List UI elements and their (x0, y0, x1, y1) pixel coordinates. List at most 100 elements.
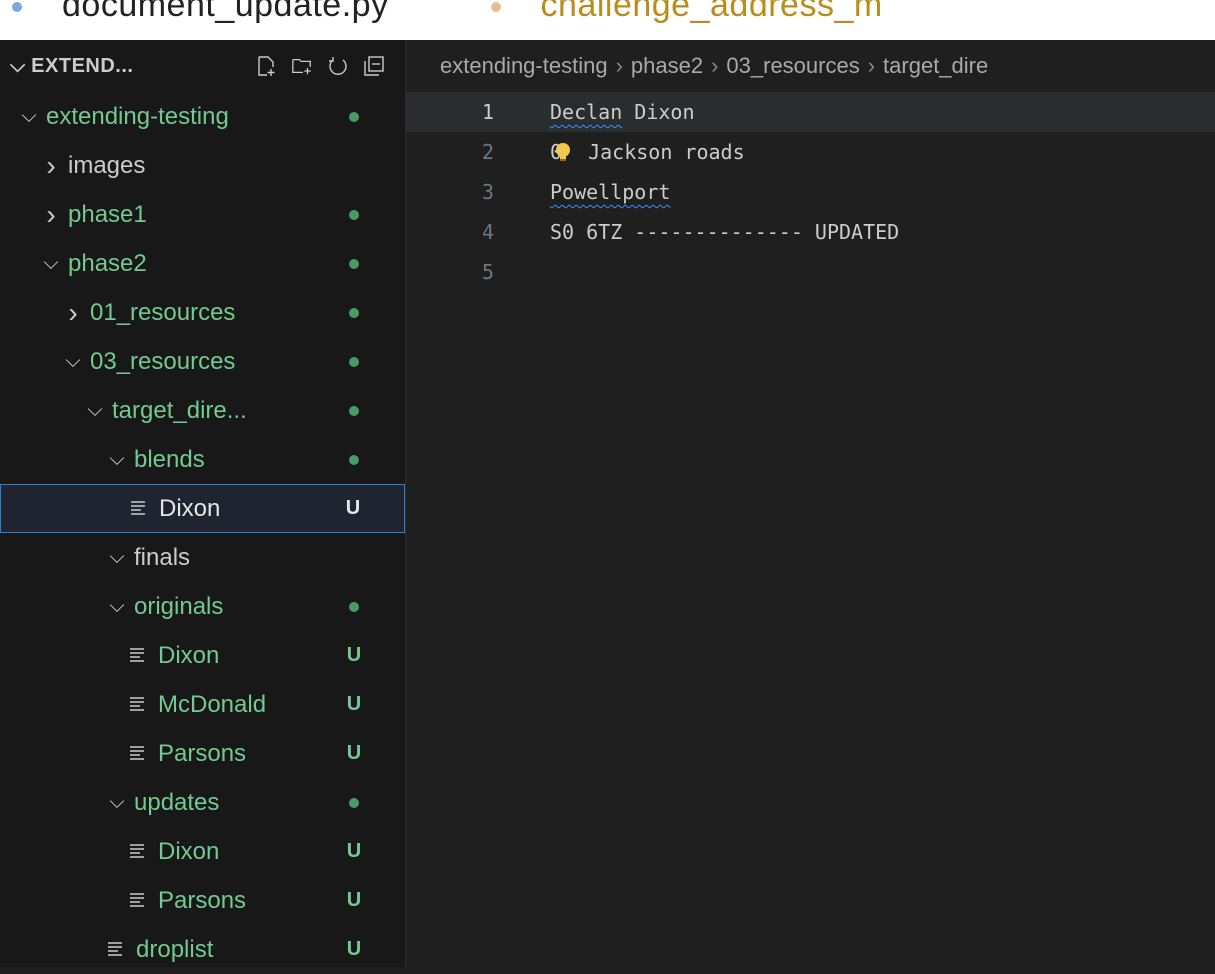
tree-folder[interactable]: ⌵ blends (0, 435, 405, 484)
tree-item-label: phase2 (68, 249, 147, 277)
tree-item-label: droplist (136, 935, 214, 963)
git-status-dot (349, 405, 359, 416)
text-file-icon (128, 740, 150, 768)
tree-item-label: target_dire... (112, 396, 247, 424)
tab-1[interactable]: document_update.py (0, 0, 429, 24)
line-number: 4 (481, 220, 494, 244)
breadcrumb-item[interactable]: extending-testing (440, 53, 608, 79)
tree-folder[interactable]: ⌵ target_dire... (0, 386, 405, 435)
tree-file[interactable]: McDonald U (0, 680, 405, 729)
breadcrumb-separator: › (867, 53, 876, 78)
tree-file[interactable]: Dixon U (0, 484, 405, 533)
git-status-dot (349, 797, 359, 808)
code-line[interactable]: 2 0 Jackson roads (406, 132, 1215, 172)
tree-item-label: images (68, 151, 146, 179)
tree-item-label: Dixon (158, 837, 220, 865)
tree-item-label: McDonald (158, 690, 267, 718)
line-number: 5 (481, 260, 494, 284)
tree-item-label: phase1 (68, 200, 147, 228)
tree-folder[interactable]: ⌵ 03_resources (0, 337, 405, 386)
explorer-sidebar: ⌵ EXTEND... ⌵ extending-testing › images › ph… (0, 40, 406, 967)
chevron-right-icon[interactable]: › (40, 150, 62, 182)
new-file-icon[interactable] (255, 55, 277, 77)
tree-file[interactable]: Dixon U (0, 827, 405, 876)
chevron-down-icon[interactable]: ⌵ (18, 105, 40, 128)
git-status-dot (349, 111, 359, 122)
editor-pane: extending-testing › phase2 › 03_resources › ta… (406, 40, 1215, 967)
explorer-title: EXTEND... (31, 54, 134, 77)
chevron-down-icon[interactable]: ⌵ (106, 546, 128, 569)
line-number: 1 (481, 100, 494, 124)
breadcrumb-item[interactable]: target_dire (883, 53, 988, 79)
line-number: 3 (481, 180, 494, 204)
tree-folder[interactable]: ⌵ phase2 (0, 239, 405, 288)
git-status-badge: U (346, 889, 362, 911)
chevron-right-icon[interactable]: › (40, 199, 62, 231)
text-file-icon (128, 887, 150, 915)
tree-item-label: 03_resources (90, 347, 236, 375)
git-status-badge: U (345, 497, 361, 519)
lightbulb-icon[interactable] (552, 142, 574, 164)
tree-item-label: blends (134, 445, 205, 473)
tree-folder[interactable]: › images (0, 141, 405, 190)
code-text: Powellport (550, 180, 671, 204)
editor-tab-strip: document_update.py challenge_address_m (0, 0, 1215, 40)
git-status-dot (349, 209, 359, 220)
code-line[interactable]: 3 Powellport (406, 172, 1215, 212)
git-status-badge: U (346, 742, 362, 764)
tree-folder[interactable]: ⌵ originals (0, 582, 405, 631)
git-status-badge: U (346, 938, 362, 960)
chevron-down-icon[interactable]: ⌵ (10, 55, 25, 78)
git-status-badge: U (346, 840, 362, 862)
breadcrumb-item[interactable]: 03_resources (726, 53, 859, 79)
breadcrumb-separator: › (711, 53, 719, 78)
tree-item-label: updates (134, 788, 220, 816)
tab-titles: document_update.py challenge_address_m (0, 0, 963, 25)
tree-folder[interactable]: ⌵ extending-testing (0, 92, 405, 141)
text-file-icon (128, 691, 150, 719)
tree-item-label: Dixon (159, 494, 221, 522)
text-file-icon (106, 936, 128, 964)
chevron-right-icon[interactable]: › (62, 297, 84, 329)
chevron-down-icon[interactable]: ⌵ (62, 350, 84, 373)
chevron-down-icon[interactable]: ⌵ (106, 448, 128, 471)
refresh-icon[interactable] (327, 55, 349, 77)
tab-modified-dot (12, 2, 22, 13)
code-lines[interactable]: 1 Declan Dixon 2 0 Jackson roads 3 Powellport… (406, 92, 1215, 292)
line-number: 2 (481, 140, 494, 164)
tree-item-label: extending-testing (46, 102, 229, 130)
tree-folder[interactable]: ⌵ updates (0, 778, 405, 827)
git-status-dot (349, 454, 359, 465)
new-folder-icon[interactable] (291, 55, 313, 77)
code-text: S0 6TZ -------------- UPDATED (550, 220, 900, 244)
chevron-down-icon[interactable]: ⌵ (40, 252, 62, 275)
tree-folder[interactable]: › phase1 (0, 190, 405, 239)
tree-item-label: 01_resources (90, 298, 236, 326)
tree-folder[interactable]: › 01_resources (0, 288, 405, 337)
text-file-icon (129, 495, 151, 523)
chevron-down-icon[interactable]: ⌵ (106, 595, 128, 618)
text-file-icon (128, 838, 150, 866)
collapse-all-icon[interactable] (363, 55, 385, 77)
tree-folder[interactable]: ⌵ finals (0, 533, 405, 582)
tab-2[interactable]: challenge_address_m (479, 0, 923, 24)
code-line[interactable]: 4 S0 6TZ -------------- UPDATED (406, 212, 1215, 252)
tree-file[interactable]: Parsons U (0, 876, 405, 925)
code-line[interactable]: 5 (406, 252, 1215, 292)
chevron-down-icon[interactable]: ⌵ (84, 399, 106, 422)
tree-file[interactable]: Parsons U (0, 729, 405, 778)
tree-file[interactable]: Dixon U (0, 631, 405, 680)
git-status-dot (349, 307, 359, 318)
tree-item-label: Dixon (158, 641, 220, 669)
tree-item-label: originals (134, 592, 224, 620)
breadcrumb-item[interactable]: phase2 (631, 53, 703, 79)
git-status-dot (349, 601, 359, 612)
code-line[interactable]: 1 Declan Dixon (406, 92, 1215, 132)
text-file-icon (128, 642, 150, 670)
breadcrumb: extending-testing › phase2 › 03_resources › ta… (406, 40, 1215, 92)
explorer-header[interactable]: ⌵ EXTEND... (0, 40, 405, 92)
tab-2-label: challenge_address_m (540, 0, 883, 24)
chevron-down-icon[interactable]: ⌵ (106, 791, 128, 814)
explorer-actions (255, 55, 385, 77)
code-text: Declan Dixon (550, 100, 695, 124)
